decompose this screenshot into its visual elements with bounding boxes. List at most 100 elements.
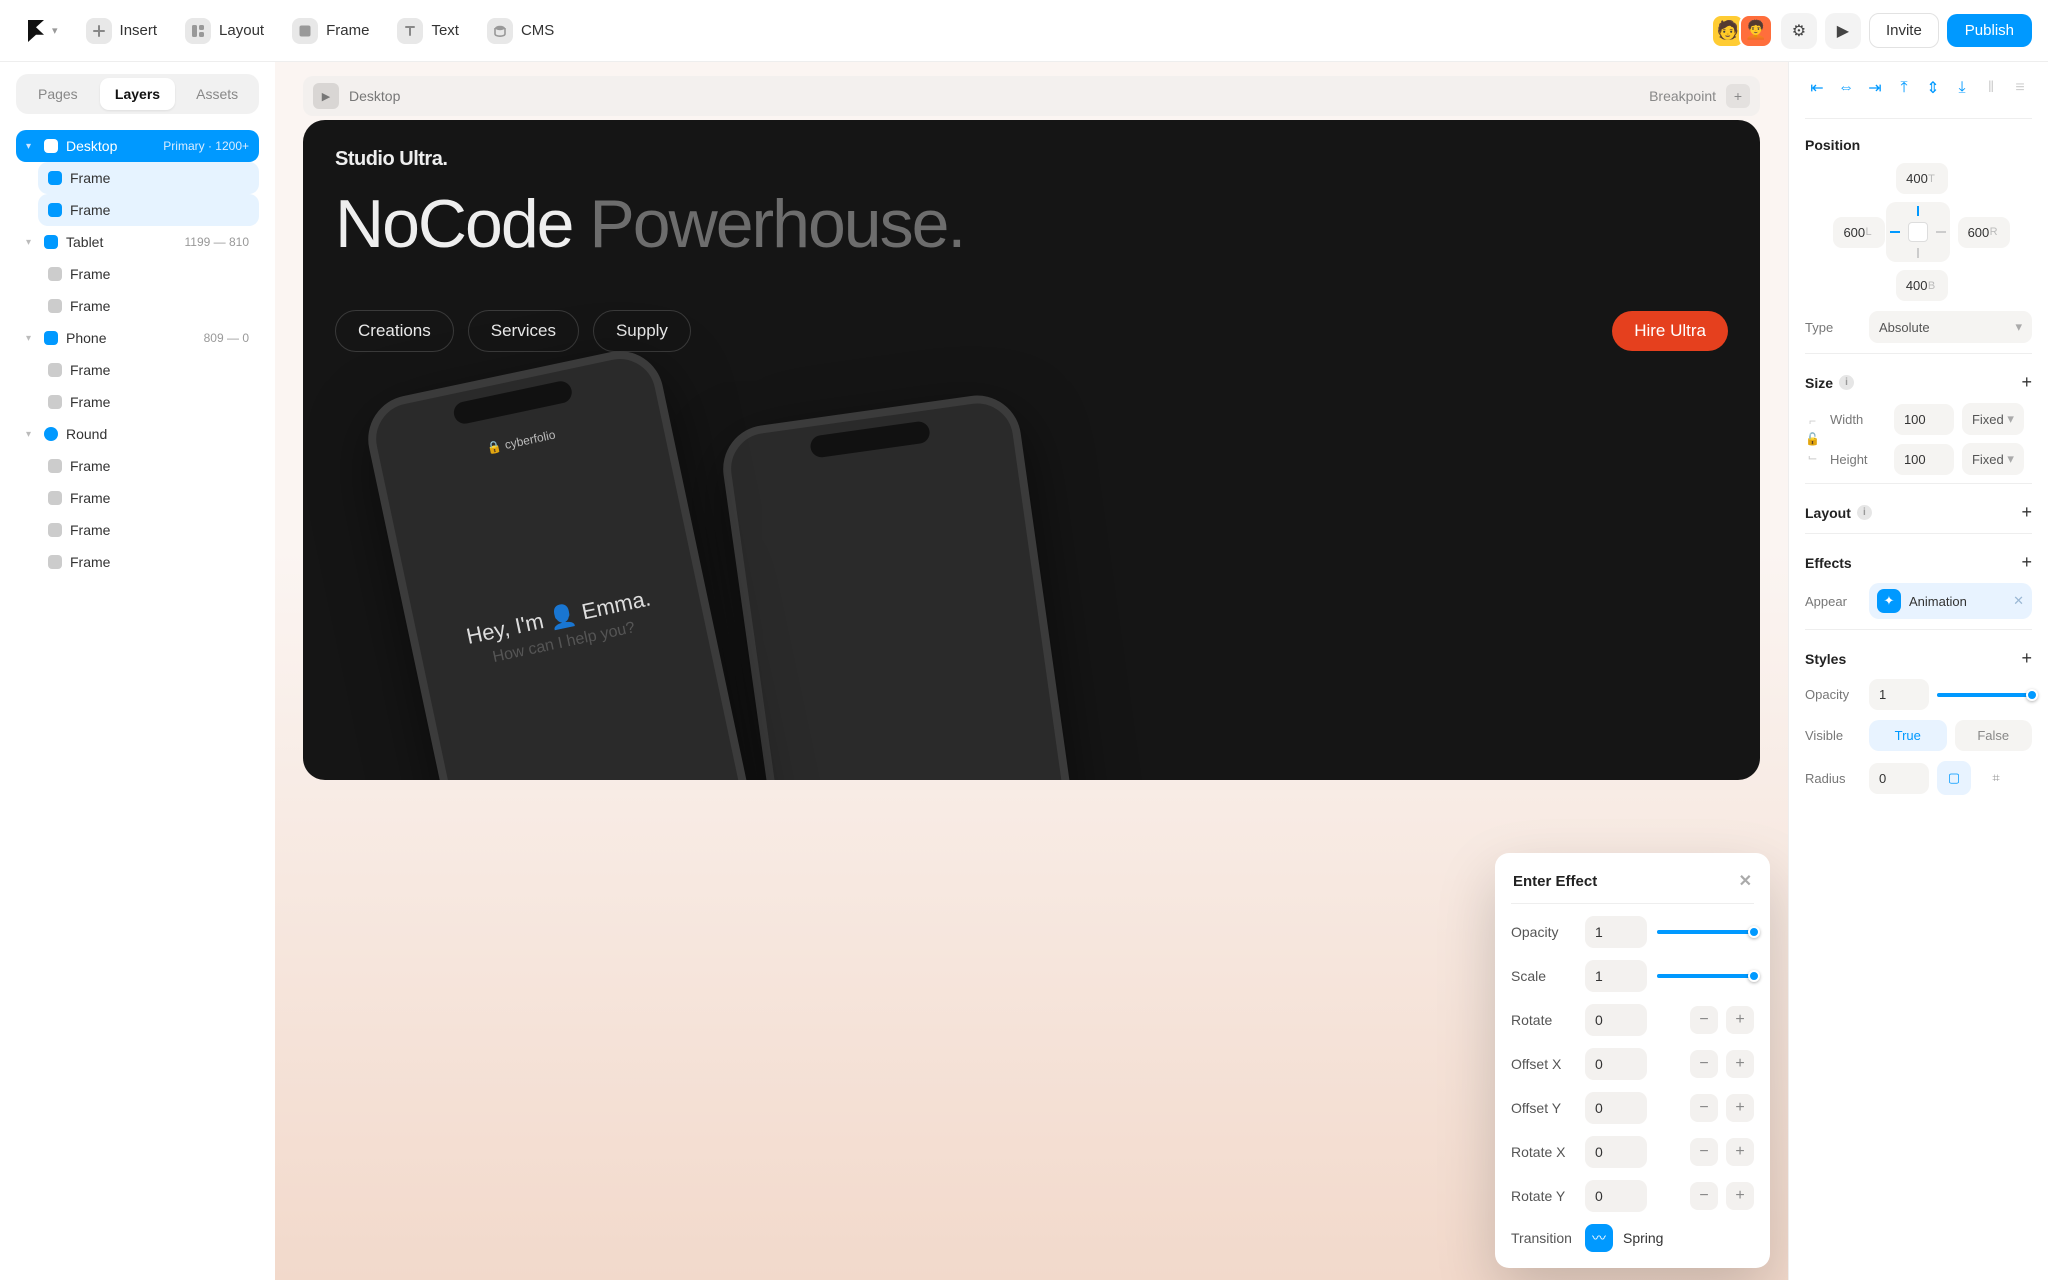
top-toolbar: ▾ Insert Layout Frame Text CMS 🧑 🧑‍🦱 ⚙ ▶… xyxy=(0,0,2048,62)
add-icon[interactable]: + xyxy=(2021,552,2032,573)
distribute-h-icon[interactable]: ‖ xyxy=(1979,76,2003,100)
visible-toggle: True False xyxy=(1869,720,2032,751)
canvas[interactable]: ▶ Desktop Breakpoint + Studio Ultra. NoC… xyxy=(275,62,1788,1280)
rotatey-input[interactable] xyxy=(1585,1180,1647,1212)
layer-frame[interactable]: Frame xyxy=(38,354,259,386)
decrement-button[interactable]: − xyxy=(1690,1050,1718,1078)
increment-button[interactable]: + xyxy=(1726,1094,1754,1122)
nav-chip[interactable]: Services xyxy=(468,310,579,352)
align-top-icon[interactable]: ⤒ xyxy=(1892,76,1916,100)
enter-effect-popover: Enter Effect ✕ Opacity Scale Rotate −+ O… xyxy=(1495,853,1770,1268)
invite-button[interactable]: Invite xyxy=(1869,13,1939,48)
pos-left-input[interactable] xyxy=(1833,217,1885,248)
tab-pages[interactable]: Pages xyxy=(20,78,96,110)
settings-button[interactable]: ⚙ xyxy=(1781,13,1817,49)
layer-frame[interactable]: Frame xyxy=(38,514,259,546)
style-opacity-slider[interactable] xyxy=(1937,693,2032,697)
height-input[interactable] xyxy=(1894,444,1954,475)
visible-true[interactable]: True xyxy=(1869,720,1947,751)
layer-label: Tablet xyxy=(66,234,103,250)
visible-false[interactable]: False xyxy=(1955,720,2033,751)
layer-frame[interactable]: Frame xyxy=(38,386,259,418)
size-lock[interactable]: ⌐🔓⌙ xyxy=(1805,403,1820,475)
align-bottom-icon[interactable]: ⤓ xyxy=(1950,76,1974,100)
position-type-select[interactable]: Absolute▾ xyxy=(1869,311,2032,343)
distribute-v-icon[interactable]: ≡ xyxy=(2008,76,2032,100)
nav-chip[interactable]: Creations xyxy=(335,310,454,352)
layer-frame[interactable]: Frame xyxy=(38,258,259,290)
app-menu-button[interactable]: ▾ xyxy=(16,15,68,47)
radius-uniform-icon[interactable]: ▢ xyxy=(1937,761,1971,795)
remove-icon[interactable]: ✕ xyxy=(2013,593,2024,609)
rotatex-input[interactable] xyxy=(1585,1136,1647,1168)
collaborator-avatars[interactable]: 🧑 🧑‍🦱 xyxy=(1717,14,1773,48)
pos-bottom-input[interactable] xyxy=(1896,270,1948,301)
decrement-button[interactable]: − xyxy=(1690,1182,1718,1210)
add-icon[interactable]: + xyxy=(2021,648,2032,669)
layer-frame[interactable]: Frame xyxy=(38,450,259,482)
tab-layers[interactable]: Layers xyxy=(100,78,176,110)
layer-phone[interactable]: ▾ Phone 809 — 0 xyxy=(16,322,259,354)
offsety-input[interactable] xyxy=(1585,1092,1647,1124)
animation-effect-chip[interactable]: ✦ Animation ✕ xyxy=(1869,583,2032,619)
layer-frame[interactable]: Frame xyxy=(38,194,259,226)
increment-button[interactable]: + xyxy=(1726,1006,1754,1034)
pos-right-input[interactable] xyxy=(1958,217,2010,248)
cms-button[interactable]: CMS xyxy=(477,12,564,50)
width-mode-select[interactable]: Fixed▾ xyxy=(1962,403,2024,435)
insert-button[interactable]: Insert xyxy=(76,12,168,50)
gear-icon: ⚙ xyxy=(1792,21,1806,41)
anchor-box[interactable] xyxy=(1886,202,1950,262)
chevron-down-icon: ▾ xyxy=(2015,319,2022,335)
pos-top-input[interactable] xyxy=(1896,163,1948,194)
opacity-input[interactable] xyxy=(1585,916,1647,948)
publish-button[interactable]: Publish xyxy=(1947,14,2032,47)
tab-assets[interactable]: Assets xyxy=(179,78,255,110)
increment-button[interactable]: + xyxy=(1726,1138,1754,1166)
layer-frame[interactable]: Frame xyxy=(38,546,259,578)
align-hcenter-icon[interactable]: ⇔ xyxy=(1834,76,1858,100)
align-right-icon[interactable]: ⇥ xyxy=(1863,76,1887,100)
layer-frame[interactable]: Frame xyxy=(38,290,259,322)
design-frame[interactable]: Studio Ultra. NoCode Powerhouse. Creatio… xyxy=(303,120,1760,780)
layer-round[interactable]: ▾ Round xyxy=(16,418,259,450)
radius-input[interactable] xyxy=(1869,763,1929,794)
hire-cta-button[interactable]: Hire Ultra xyxy=(1612,311,1728,351)
add-icon[interactable]: + xyxy=(2021,502,2032,523)
preview-button[interactable]: ▶ xyxy=(1825,13,1861,49)
height-mode-select[interactable]: Fixed▾ xyxy=(1962,443,2024,475)
increment-button[interactable]: + xyxy=(1726,1050,1754,1078)
radius-per-corner-icon[interactable]: ⌗ xyxy=(1979,761,2013,795)
close-icon[interactable]: ✕ xyxy=(1739,871,1752,891)
text-button[interactable]: Text xyxy=(387,12,469,50)
decrement-button[interactable]: − xyxy=(1690,1138,1718,1166)
decrement-button[interactable]: − xyxy=(1690,1094,1718,1122)
scale-slider[interactable] xyxy=(1657,974,1754,978)
add-breakpoint-button[interactable]: + xyxy=(1726,84,1750,108)
nav-chip[interactable]: Supply xyxy=(593,310,691,352)
properties-panel: ⇤ ⇔ ⇥ ⤒ ⇕ ⤓ ‖ ≡ Position T L R B Type Ab… xyxy=(1788,62,2048,1280)
layer-frame[interactable]: Frame xyxy=(38,162,259,194)
rotatey-label: Rotate Y xyxy=(1511,1188,1575,1204)
opacity-slider[interactable] xyxy=(1657,930,1754,934)
frame-icon xyxy=(48,267,62,281)
layout-button[interactable]: Layout xyxy=(175,12,274,50)
layer-desktop[interactable]: ▾ Desktop Primary · 1200+ xyxy=(16,130,259,162)
layer-frame[interactable]: Frame xyxy=(38,482,259,514)
width-input[interactable] xyxy=(1894,404,1954,435)
add-icon[interactable]: + xyxy=(2021,372,2032,393)
play-icon[interactable]: ▶ xyxy=(313,83,339,109)
layer-tablet[interactable]: ▾ Tablet 1199 — 810 xyxy=(16,226,259,258)
frame-button[interactable]: Frame xyxy=(282,12,379,50)
align-left-icon[interactable]: ⇤ xyxy=(1805,76,1829,100)
alignment-controls: ⇤ ⇔ ⇥ ⤒ ⇕ ⤓ ‖ ≡ xyxy=(1805,76,2032,100)
rotate-input[interactable] xyxy=(1585,1004,1647,1036)
decrement-button[interactable]: − xyxy=(1690,1006,1718,1034)
offsetx-input[interactable] xyxy=(1585,1048,1647,1080)
transition-value[interactable]: Spring xyxy=(1623,1230,1663,1246)
style-opacity-input[interactable] xyxy=(1869,679,1929,710)
increment-button[interactable]: + xyxy=(1726,1182,1754,1210)
layer-label: Frame xyxy=(70,554,110,570)
scale-input[interactable] xyxy=(1585,960,1647,992)
align-vcenter-icon[interactable]: ⇕ xyxy=(1921,76,1945,100)
